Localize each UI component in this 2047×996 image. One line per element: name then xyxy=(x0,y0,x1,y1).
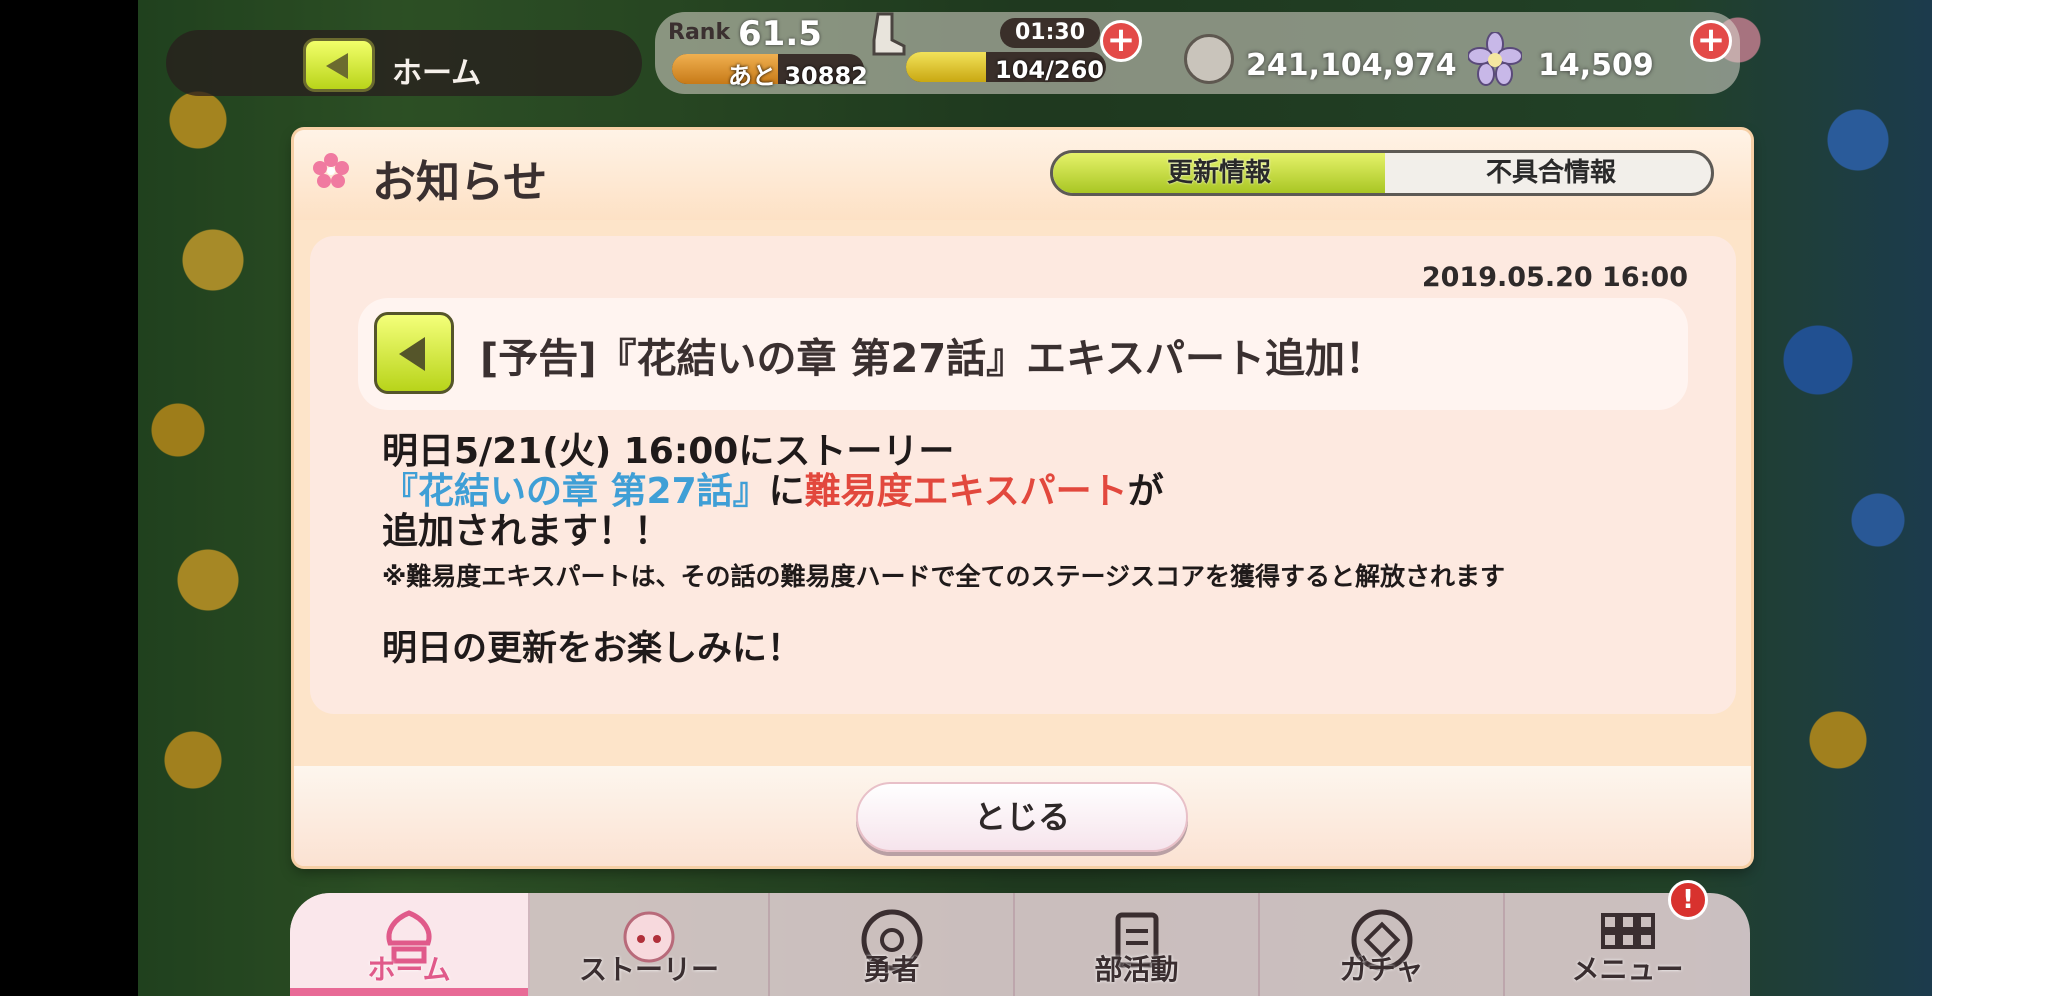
nav-club[interactable]: 部活動 xyxy=(1015,893,1260,996)
bottom-nav: ホーム ストーリー 勇者 部活動 ガチャ メニュー xyxy=(290,893,1750,996)
exp-remaining: あと 30882 xyxy=(728,62,868,90)
sakura-icon xyxy=(313,153,349,188)
stamina-timer: 01:30 xyxy=(1000,18,1100,48)
nav-menu-label: メニュー xyxy=(1571,953,1684,986)
nav-gacha[interactable]: ガチャ xyxy=(1260,893,1505,996)
tab-update-info[interactable]: 更新情報 xyxy=(1053,153,1385,193)
tab-bug-info[interactable]: 不具合情報 xyxy=(1385,153,1711,193)
body-closing: 明日の更新をお楽しみに！ xyxy=(382,629,803,669)
right-edge-bar xyxy=(1932,0,2047,996)
dialog-title: お知らせ xyxy=(372,157,548,208)
news-headline: [予告]『花結いの章 第27話』エキスパート追加！ xyxy=(480,336,1385,382)
news-body: 明日5/21(火) 16:00にストーリー 『花結いの章 第27話』に難易度エキ… xyxy=(382,432,1702,671)
rank-label: Rank xyxy=(668,20,731,45)
menu-alert-badge: ! xyxy=(1668,880,1708,920)
stamina-value: 104/260 xyxy=(995,56,1104,84)
nav-hero[interactable]: 勇者 xyxy=(770,893,1015,996)
dialog-footer: とじる xyxy=(294,766,1751,866)
difficulty-text: 難易度エキスパート xyxy=(804,471,1128,512)
boot-icon xyxy=(872,12,906,56)
flower-count: 14,509 xyxy=(1538,48,1654,83)
body-connector: に xyxy=(768,471,805,512)
story-name-text: 『花結いの章 第27話』 xyxy=(382,471,769,512)
coin-count: 241,104,974 xyxy=(1246,48,1457,83)
home-title: ホーム xyxy=(392,56,482,91)
news-content: 2019.05.20 16:00 [予告]『花結いの章 第27話』エキスパート追… xyxy=(310,236,1736,714)
add-flower-button[interactable]: + xyxy=(1690,20,1732,62)
news-headline-row[interactable]: [予告]『花結いの章 第27話』エキスパート追加！ xyxy=(358,298,1688,410)
tab-switcher: 更新情報 不具合情報 xyxy=(1050,150,1714,196)
nav-menu[interactable]: メニュー xyxy=(1505,893,1750,996)
nav-club-label: 部活動 xyxy=(1094,953,1179,986)
screen: ホーム Rank 61.5 あと 30882 01:30 104/260 + 2… xyxy=(0,0,2047,996)
coin-icon xyxy=(1184,34,1234,84)
body-line-1: 明日5/21(火) 16:00にストーリー xyxy=(382,431,955,472)
back-arrow-icon xyxy=(326,53,348,79)
nav-home-label: ホーム xyxy=(367,953,451,986)
stamina-bar-fill xyxy=(906,52,986,82)
dialog-header: お知らせ 更新情報 不具合情報 xyxy=(294,130,1751,220)
close-button[interactable]: とじる xyxy=(856,782,1188,852)
nav-home[interactable]: ホーム xyxy=(290,893,530,996)
news-date: 2019.05.20 16:00 xyxy=(1421,262,1688,293)
rank-value: 61.5 xyxy=(738,14,822,54)
body-note: ※難易度エキスパートは、その話の難易度ハードで全てのステージスコアを獲得すると解… xyxy=(382,562,1506,591)
flower-icon xyxy=(1468,32,1522,86)
nav-story-label: ストーリー xyxy=(578,953,719,986)
nav-hero-label: 勇者 xyxy=(863,953,920,986)
body-line-2: 『花結いの章 第27話』に難易度エキスパートが xyxy=(382,472,1702,512)
body-connector-end: が xyxy=(1127,471,1164,512)
add-stamina-button[interactable]: + xyxy=(1100,20,1142,62)
nav-gacha-label: ガチャ xyxy=(1339,953,1424,986)
headline-arrow-icon xyxy=(374,312,454,394)
back-button[interactable] xyxy=(303,38,375,92)
news-dialog: お知らせ 更新情報 不具合情報 2019.05.20 16:00 [予告]『花結… xyxy=(294,130,1751,866)
nav-story[interactable]: ストーリー xyxy=(530,893,770,996)
body-line-3: 追加されます！！ xyxy=(382,511,671,552)
